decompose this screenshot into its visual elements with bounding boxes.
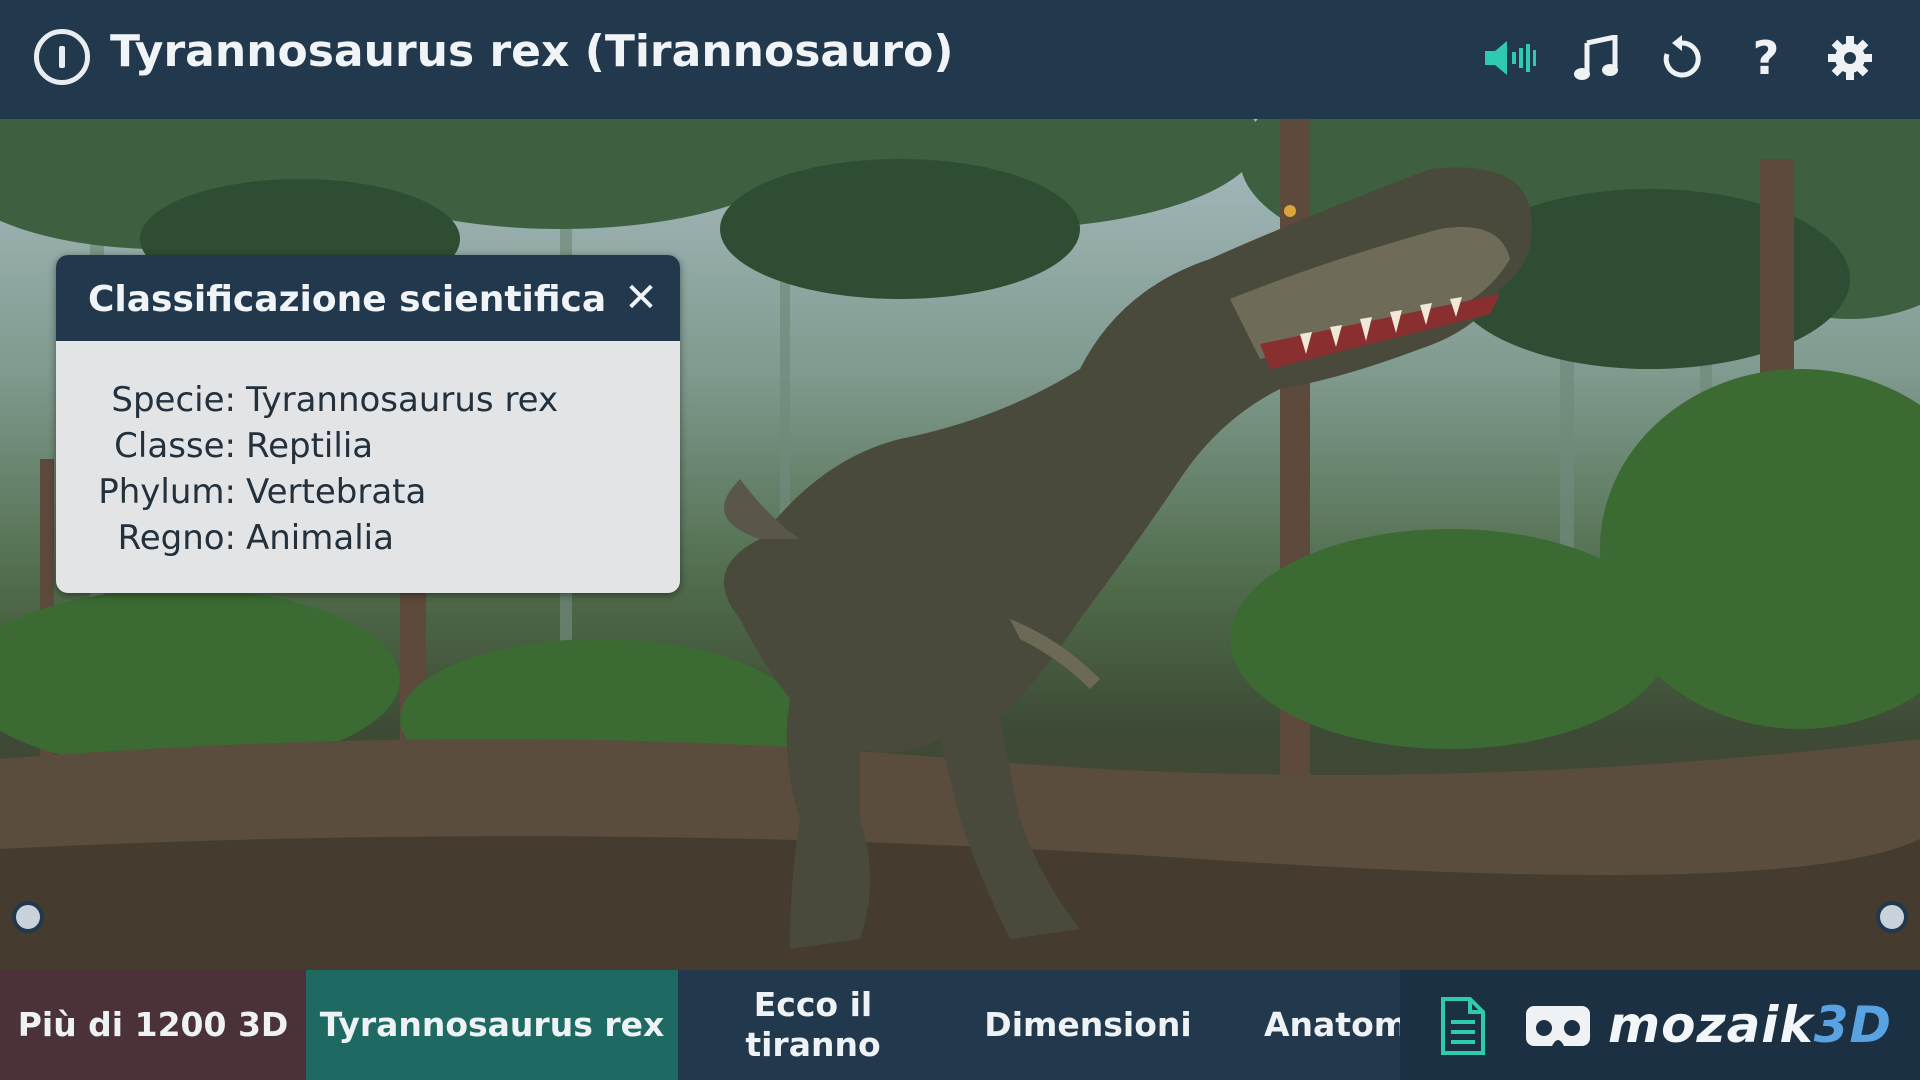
row-value: Reptilia <box>246 426 374 466</box>
power-icon[interactable] <box>34 29 90 85</box>
tab-strip: Ecco il tiranno Dimensioni Anatomia <box>678 970 1400 1080</box>
tab-anatomia[interactable]: Anatomia <box>1228 970 1400 1080</box>
music-note-icon[interactable] <box>1568 30 1624 86</box>
row-value: Tyrannosaurus rex <box>246 380 559 420</box>
tab-ecco-il-tiranno[interactable]: Ecco il tiranno <box>678 970 948 1080</box>
row-label: Classe: <box>114 426 236 466</box>
bottom-bar: Più di 1200 3D Tyrannosaurus rex Ecco il… <box>0 970 1920 1080</box>
page-title: Tyrannosaurus rex (Tirannosauro) <box>110 26 954 77</box>
refresh-icon[interactable] <box>1654 30 1710 86</box>
speaker-icon[interactable] <box>1482 30 1538 86</box>
scroll-right-handle[interactable] <box>1876 901 1908 933</box>
classification-row-phylum: Phylum: Vertebrata <box>56 469 680 515</box>
tab-tyrannosaurus[interactable]: Tyrannosaurus rex <box>306 970 678 1080</box>
tool-area: mozaik3D <box>1400 970 1920 1080</box>
classification-panel: Classificazione scientifica ✕ Specie: Ty… <box>56 255 680 593</box>
scroll-left-handle[interactable] <box>12 901 44 933</box>
mozaik3d-logo: mozaik3D <box>1608 996 1892 1054</box>
3d-scene[interactable]: Classificazione scientifica ✕ Specie: Ty… <box>0 119 1920 970</box>
gear-icon[interactable] <box>1822 30 1878 86</box>
tab-more-3d[interactable]: Più di 1200 3D <box>0 970 306 1080</box>
tab-dimensioni[interactable]: Dimensioni <box>948 970 1228 1080</box>
row-label: Regno: <box>117 518 236 558</box>
classification-row-class: Classe: Reptilia <box>56 423 680 469</box>
top-bar: Tyrannosaurus rex (Tirannosauro) ? <box>0 0 1920 119</box>
classification-row-kingdom: Regno: Animalia <box>56 515 680 561</box>
logo-accent: 3D <box>1813 996 1892 1054</box>
panel-body: Specie: Tyrannosaurus rex Classe: Reptil… <box>56 341 680 561</box>
close-icon[interactable]: ✕ <box>620 277 662 319</box>
panel-header: Classificazione scientifica ✕ <box>56 255 680 341</box>
logo-text: mozaik <box>1608 996 1814 1054</box>
row-value: Vertebrata <box>246 472 427 512</box>
row-label: Specie: <box>111 380 236 420</box>
classification-row-species: Specie: Tyrannosaurus rex <box>56 377 680 423</box>
document-icon[interactable] <box>1440 996 1486 1060</box>
row-label: Phylum: <box>98 472 236 512</box>
row-value: Animalia <box>246 518 394 558</box>
help-icon[interactable]: ? <box>1738 30 1794 86</box>
vr-headset-icon[interactable] <box>1524 1004 1592 1052</box>
panel-title: Classificazione scientifica <box>88 279 607 320</box>
